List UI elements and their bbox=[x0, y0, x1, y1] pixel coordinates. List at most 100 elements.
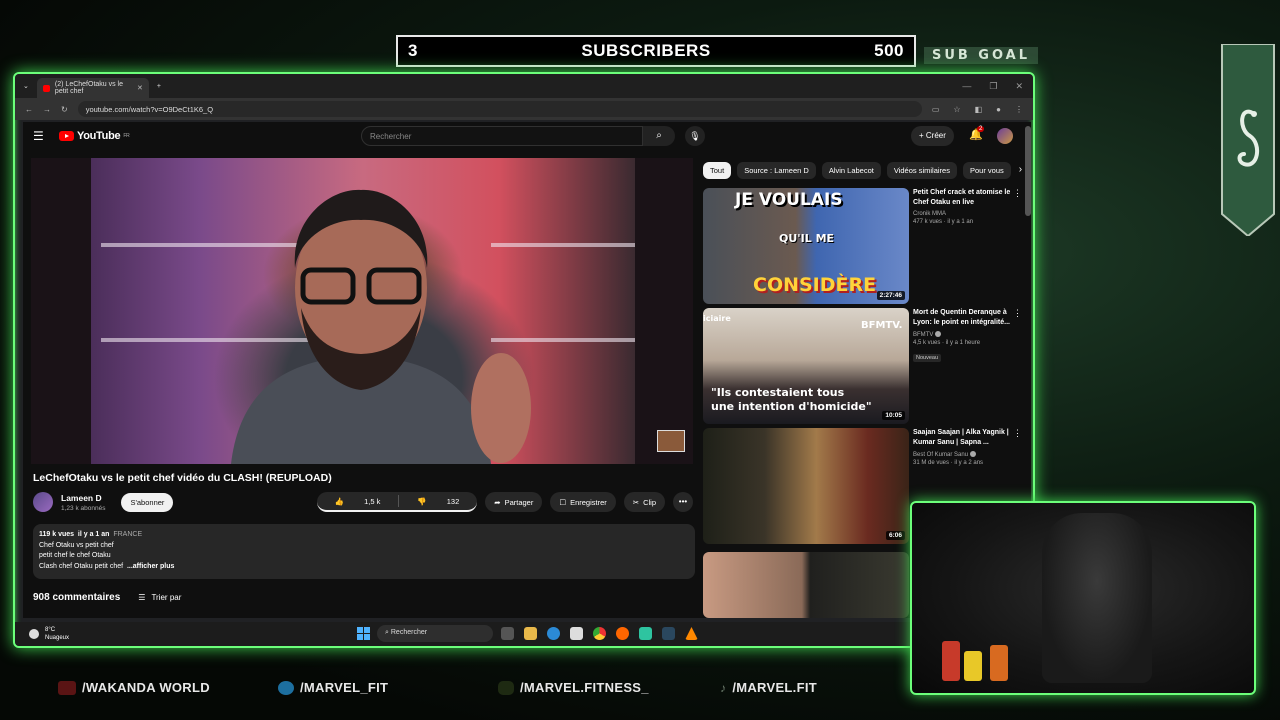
address-bar-row: ← → ↻ youtube.com/watch?v=O9DeCt1K6_Q ▭ … bbox=[15, 98, 1033, 120]
back-icon[interactable]: ← bbox=[25, 105, 33, 114]
chip-for-you[interactable]: Pour vous bbox=[962, 162, 1011, 179]
instagram-icon bbox=[498, 680, 514, 695]
create-button[interactable]: + Créer bbox=[911, 126, 954, 146]
bookmark-star-icon[interactable]: ☆ bbox=[953, 105, 960, 114]
steam-icon[interactable] bbox=[662, 627, 675, 640]
edge-icon[interactable] bbox=[547, 627, 560, 640]
chip-similar[interactable]: Vidéos similaires bbox=[886, 162, 957, 179]
browser-tab-active[interactable]: (2) LeChefOtaku vs le petit chef ✕ bbox=[36, 78, 149, 98]
recommendation-title[interactable]: Saajan Saajan | Alka Yagnik | Kumar Sanu… bbox=[913, 428, 1013, 448]
bottle-image bbox=[990, 645, 1008, 681]
tab-list-icon[interactable]: ⌄ bbox=[23, 82, 29, 90]
bottle-image bbox=[964, 651, 982, 681]
tiktok-icon: ♪ bbox=[720, 680, 727, 695]
extensions-icon[interactable]: ◧ bbox=[975, 105, 983, 114]
recommendation-title[interactable]: Mort de Quentin Deranque à Lyon: le poin… bbox=[913, 308, 1013, 328]
temperature: 8°C bbox=[45, 627, 56, 633]
minimize-icon[interactable]: — bbox=[962, 81, 971, 92]
url-field[interactable]: youtube.com/watch?v=O9DeCt1K6_Q bbox=[77, 101, 922, 117]
show-more-link[interactable]: ...afficher plus bbox=[127, 563, 174, 570]
windows-start-icon[interactable] bbox=[357, 627, 370, 640]
upload-date: il y a 1 an bbox=[77, 531, 110, 538]
recommendation-item[interactable]: iciaire BFMTV. "Ils contestaient tous un… bbox=[703, 308, 1023, 424]
like-button[interactable]: 👍 1,5 k bbox=[317, 497, 399, 506]
save-label: Enregistrer bbox=[570, 497, 607, 507]
channel-name[interactable]: Lameen D bbox=[61, 493, 105, 503]
channel-avatar[interactable] bbox=[33, 492, 53, 512]
chip-source[interactable]: Source : Lameen D bbox=[737, 162, 816, 179]
task-view-icon[interactable] bbox=[501, 627, 514, 640]
weather-widget[interactable]: 8°C Nuageux bbox=[45, 626, 69, 642]
more-options-icon[interactable]: ⋮ bbox=[1013, 308, 1022, 319]
taskbar-search[interactable]: ⌕ Rechercher bbox=[377, 625, 493, 642]
thumbnail-caption: JE VOULAIS bbox=[735, 190, 843, 210]
recommendation-item[interactable]: JE VOULAIS QU'IL ME CONSIDÈRE 2:27:46 Pe… bbox=[703, 188, 1023, 304]
sub-goal-label: SUB GOAL bbox=[924, 47, 1038, 64]
more-actions-icon[interactable]: ••• bbox=[673, 492, 693, 512]
microphone-icon[interactable]: 🎙 bbox=[685, 126, 705, 146]
video-thumbnail[interactable]: JE VOULAIS QU'IL ME CONSIDÈRE 2:27:46 bbox=[703, 188, 909, 304]
youtube-logo[interactable]: YouTube FR bbox=[59, 130, 130, 142]
video-thumbnail[interactable] bbox=[703, 552, 909, 618]
presenter-figure bbox=[231, 189, 531, 464]
thumbnail-caption: QU'IL ME bbox=[779, 232, 835, 245]
youtube-header: ☰ YouTube FR Rechercher ⌕ 🎙 + Créer 🔔 2 bbox=[23, 122, 1031, 150]
share-button[interactable]: ➦ Partager bbox=[485, 492, 543, 512]
firefox-icon[interactable] bbox=[616, 627, 629, 640]
recommendation-channel[interactable]: BFMTV bbox=[913, 331, 1013, 338]
more-options-icon[interactable]: ⋮ bbox=[1013, 188, 1022, 199]
chrome-icon[interactable] bbox=[593, 627, 606, 640]
profile-icon[interactable]: ● bbox=[996, 105, 1001, 114]
video-duration: 6:06 bbox=[885, 531, 905, 540]
new-tab-icon[interactable]: + bbox=[157, 83, 161, 90]
browser-menu-icon[interactable]: ⋮ bbox=[1015, 105, 1023, 114]
figurine-image bbox=[657, 430, 685, 452]
weather-condition: Nuageux bbox=[45, 635, 70, 641]
chevron-right-icon[interactable]: › bbox=[1019, 162, 1022, 179]
thumbnail-caption: BFMTV. bbox=[861, 320, 903, 331]
recommendation-channel[interactable]: Best Of Kumar Sanu bbox=[913, 451, 1013, 458]
app-icon[interactable] bbox=[639, 627, 652, 640]
webcam-feed bbox=[910, 501, 1256, 695]
subscriber-target: 500 bbox=[874, 41, 904, 60]
social-tiktok: ♪ /MARVEL.FIT bbox=[720, 680, 817, 695]
thumbnail-caption: une intention d'homicide" bbox=[711, 400, 872, 413]
video-description[interactable]: 119 k vues il y a 1 an FRANCE Chef Otaku… bbox=[33, 524, 695, 579]
social-handle: /MARVEL.FITNESS_ bbox=[520, 680, 649, 695]
description-meta: 119 k vues il y a 1 an FRANCE bbox=[39, 530, 689, 541]
search-input[interactable]: Rechercher bbox=[361, 126, 643, 146]
search-icon[interactable]: ⌕ bbox=[643, 126, 675, 146]
recommendation-channel[interactable]: Cronik MMA bbox=[913, 211, 1013, 217]
save-button[interactable]: ☐ Enregistrer bbox=[550, 492, 616, 512]
video-player[interactable] bbox=[31, 158, 693, 464]
weather-cloud-icon bbox=[29, 629, 39, 639]
forward-icon[interactable]: → bbox=[43, 105, 51, 114]
page-scrollbar[interactable] bbox=[1025, 126, 1031, 216]
close-window-icon[interactable]: ✕ bbox=[1015, 81, 1023, 92]
subscriber-label: SUBSCRIBERS bbox=[581, 41, 711, 60]
notification-count-badge: 2 bbox=[977, 126, 985, 132]
video-thumbnail[interactable]: iciaire BFMTV. "Ils contestaient tous un… bbox=[703, 308, 909, 424]
recommendation-title[interactable]: Petit Chef crack et atomise le Chef Otak… bbox=[913, 188, 1013, 208]
more-options-icon[interactable]: ⋮ bbox=[1013, 428, 1022, 439]
store-icon[interactable] bbox=[570, 627, 583, 640]
file-explorer-icon[interactable] bbox=[524, 627, 537, 640]
reload-icon[interactable]: ↻ bbox=[61, 105, 68, 114]
cast-icon[interactable]: ▭ bbox=[932, 105, 940, 114]
hamburger-menu-icon[interactable]: ☰ bbox=[33, 129, 45, 143]
vlc-icon[interactable] bbox=[685, 627, 698, 640]
chip-all[interactable]: Tout bbox=[703, 162, 732, 179]
clip-button[interactable]: ✂ Clip bbox=[623, 492, 665, 512]
maximize-icon[interactable]: ❐ bbox=[989, 81, 997, 92]
streamer-silhouette bbox=[1042, 513, 1152, 683]
account-avatar[interactable] bbox=[997, 128, 1013, 144]
video-duration: 2:27:46 bbox=[876, 291, 905, 300]
subscribe-button[interactable]: S'abonner bbox=[121, 492, 174, 512]
sort-comments-button[interactable]: ☰ Trier par bbox=[138, 593, 181, 602]
close-tab-icon[interactable]: ✕ bbox=[137, 84, 143, 92]
twitter-icon bbox=[278, 680, 294, 695]
sort-icon: ☰ bbox=[138, 593, 146, 602]
dislike-button[interactable]: 👎 132 bbox=[399, 497, 477, 506]
chip-alvin[interactable]: Alvin Labecot bbox=[821, 162, 881, 179]
video-thumbnail[interactable]: 6:06 bbox=[703, 428, 909, 544]
